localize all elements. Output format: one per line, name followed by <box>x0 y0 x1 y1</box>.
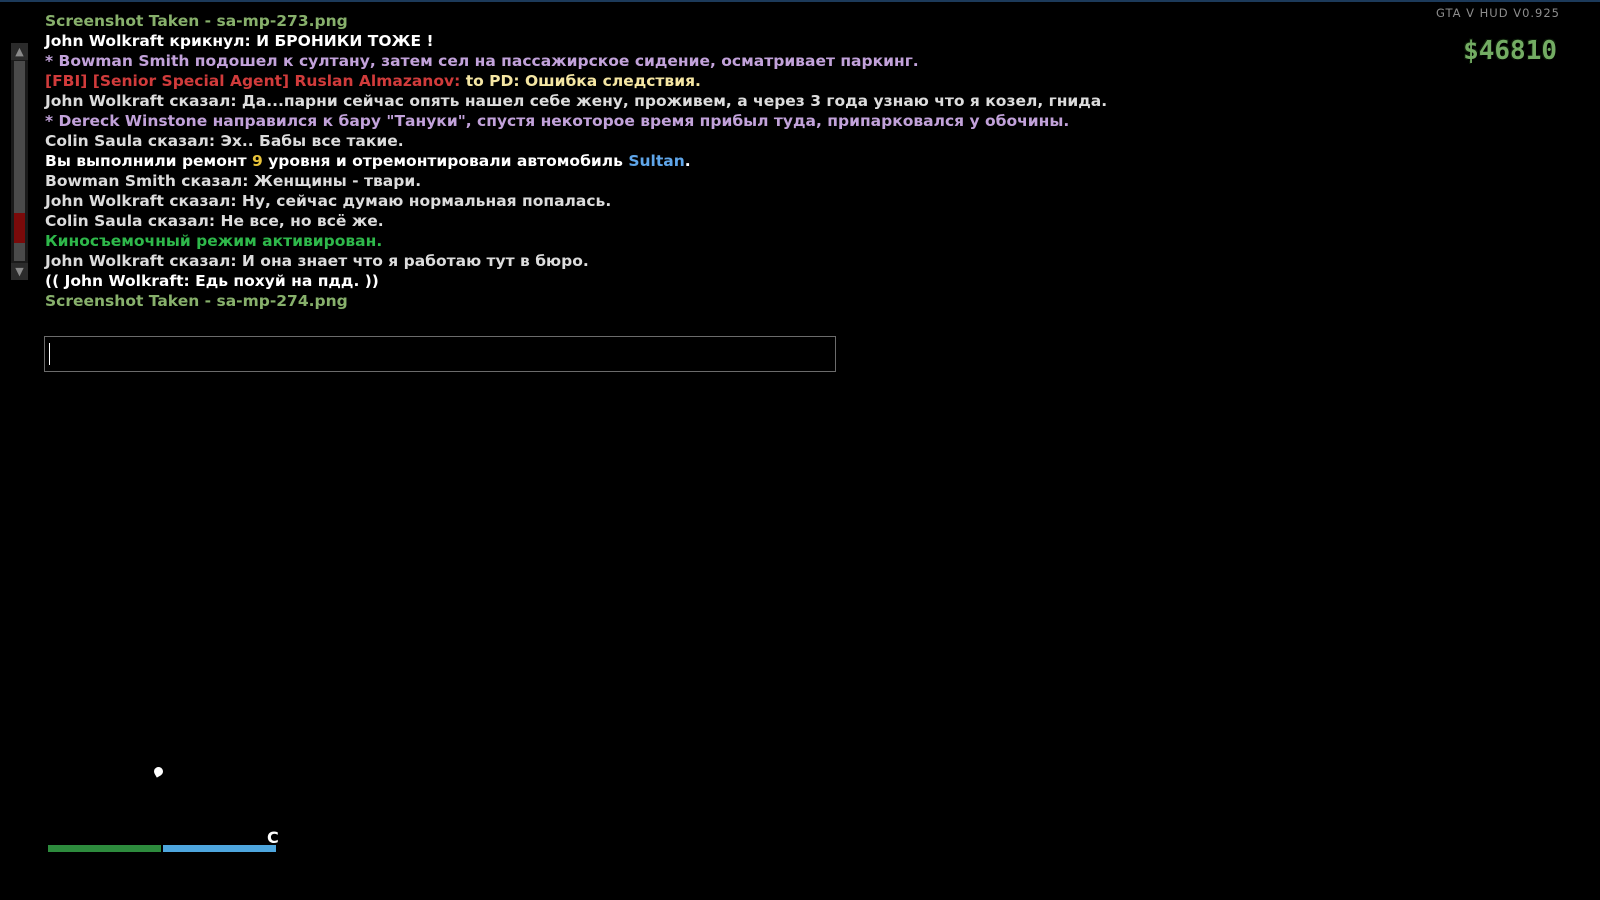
chat-line-segment: * Bowman Smith подошел к султану, затем … <box>45 52 919 70</box>
chat-line-segment: Colin Saula сказал: Не все, но всё же. <box>45 212 384 230</box>
chat-line-segment: Киносъемочный режим активирован. <box>45 232 383 250</box>
chat-line: Вы выполнили ремонт 9 уровня и отремонти… <box>45 151 1145 171</box>
chat-line: [FBI] [Senior Special Agent] Ruslan Alma… <box>45 71 1145 91</box>
chat-line-segment: (( John Wolkraft: Едь похуй на пдд. )) <box>45 272 379 290</box>
health-bar-fill <box>48 845 161 852</box>
chat-log: Screenshot Taken - sa-mp-273.png John Wol… <box>45 11 1145 311</box>
scroll-up-icon[interactable]: ▲ <box>11 43 28 60</box>
chat-line-segment: Sultan <box>628 152 685 170</box>
money-counter: $46810 <box>1463 36 1557 66</box>
game-screen: ▲ ▼ Screenshot Taken - sa-mp-273.png John… <box>0 0 1600 900</box>
chat-line: John Wolkraft сказал: И она знает что я … <box>45 251 1145 271</box>
chat-line-segment: Вы выполнили ремонт <box>45 152 252 170</box>
chat-line: * Dereck Winstone направился к бару "Тан… <box>45 111 1145 131</box>
chat-line-segment: . <box>684 152 691 170</box>
chat-line: Colin Saula сказал: Эх.. Бабы все такие. <box>45 131 1145 151</box>
scroll-thumb[interactable] <box>14 213 25 243</box>
chat-line: John Wolkraft крикнул: И БРОНИКИ ТОЖЕ ! <box>45 31 1145 51</box>
chat-line: Screenshot Taken - sa-mp-274.png <box>45 291 1145 311</box>
chat-line: Bowman Smith сказал: Женщины - твари. <box>45 171 1145 191</box>
chat-line-segment: 9 <box>251 152 263 170</box>
chat-line-segment: to PD: <box>465 72 525 90</box>
armor-bar <box>163 845 276 852</box>
chat-line-segment: John Wolkraft сказал: И она знает что я … <box>45 252 589 270</box>
chat-line: John Wolkraft сказал: Да...парни сейчас … <box>45 91 1145 111</box>
text-caret <box>49 343 50 365</box>
chat-line-segment: Screenshot Taken - sa-mp-274.png <box>45 292 348 310</box>
chat-line-segment: Screenshot Taken - sa-mp-273.png <box>45 12 348 30</box>
compass-letter: C <box>267 828 279 847</box>
chat-line-segment: Bowman Smith сказал: Женщины - твари. <box>45 172 422 190</box>
armor-bar-fill <box>163 845 276 852</box>
chat-line: (( John Wolkraft: Едь похуй на пдд. )) <box>45 271 1145 291</box>
chat-line-segment: John Wolkraft крикнул: И БРОНИКИ ТОЖЕ ! <box>45 32 434 50</box>
health-bar <box>48 845 161 852</box>
chat-input[interactable] <box>44 336 836 372</box>
chat-line: Screenshot Taken - sa-mp-273.png <box>45 11 1145 31</box>
chat-line-segment: Colin Saula сказал: Эх.. Бабы все такие. <box>45 132 404 150</box>
chat-line-segment: уровня и отремонтировали автомобиль <box>262 152 629 170</box>
chat-line: * Bowman Smith подошел к султану, затем … <box>45 51 1145 71</box>
chat-line-segment: John Wolkraft сказал: Ну, сейчас думаю н… <box>45 192 612 210</box>
chat-scrollbar[interactable]: ▲ ▼ <box>11 43 28 280</box>
chat-line-segment: * Dereck Winstone направился к бару "Тан… <box>45 112 1070 130</box>
chat-line-segment: [FBI] [Senior Special Agent] Ruslan Alma… <box>45 72 466 90</box>
chat-line: John Wolkraft сказал: Ну, сейчас думаю н… <box>45 191 1145 211</box>
scroll-down-icon[interactable]: ▼ <box>11 263 28 280</box>
player-blip-icon <box>152 765 165 778</box>
chat-line: Colin Saula сказал: Не все, но всё же. <box>45 211 1145 231</box>
chat-line: Киносъемочный режим активирован. <box>45 231 1145 251</box>
chat-line-segment: Ошибка следствия. <box>524 72 701 90</box>
chat-line-segment: John Wolkraft сказал: Да...парни сейчас … <box>45 92 1108 110</box>
hud-version-label: GTA V HUD V0.925 <box>1435 6 1560 20</box>
